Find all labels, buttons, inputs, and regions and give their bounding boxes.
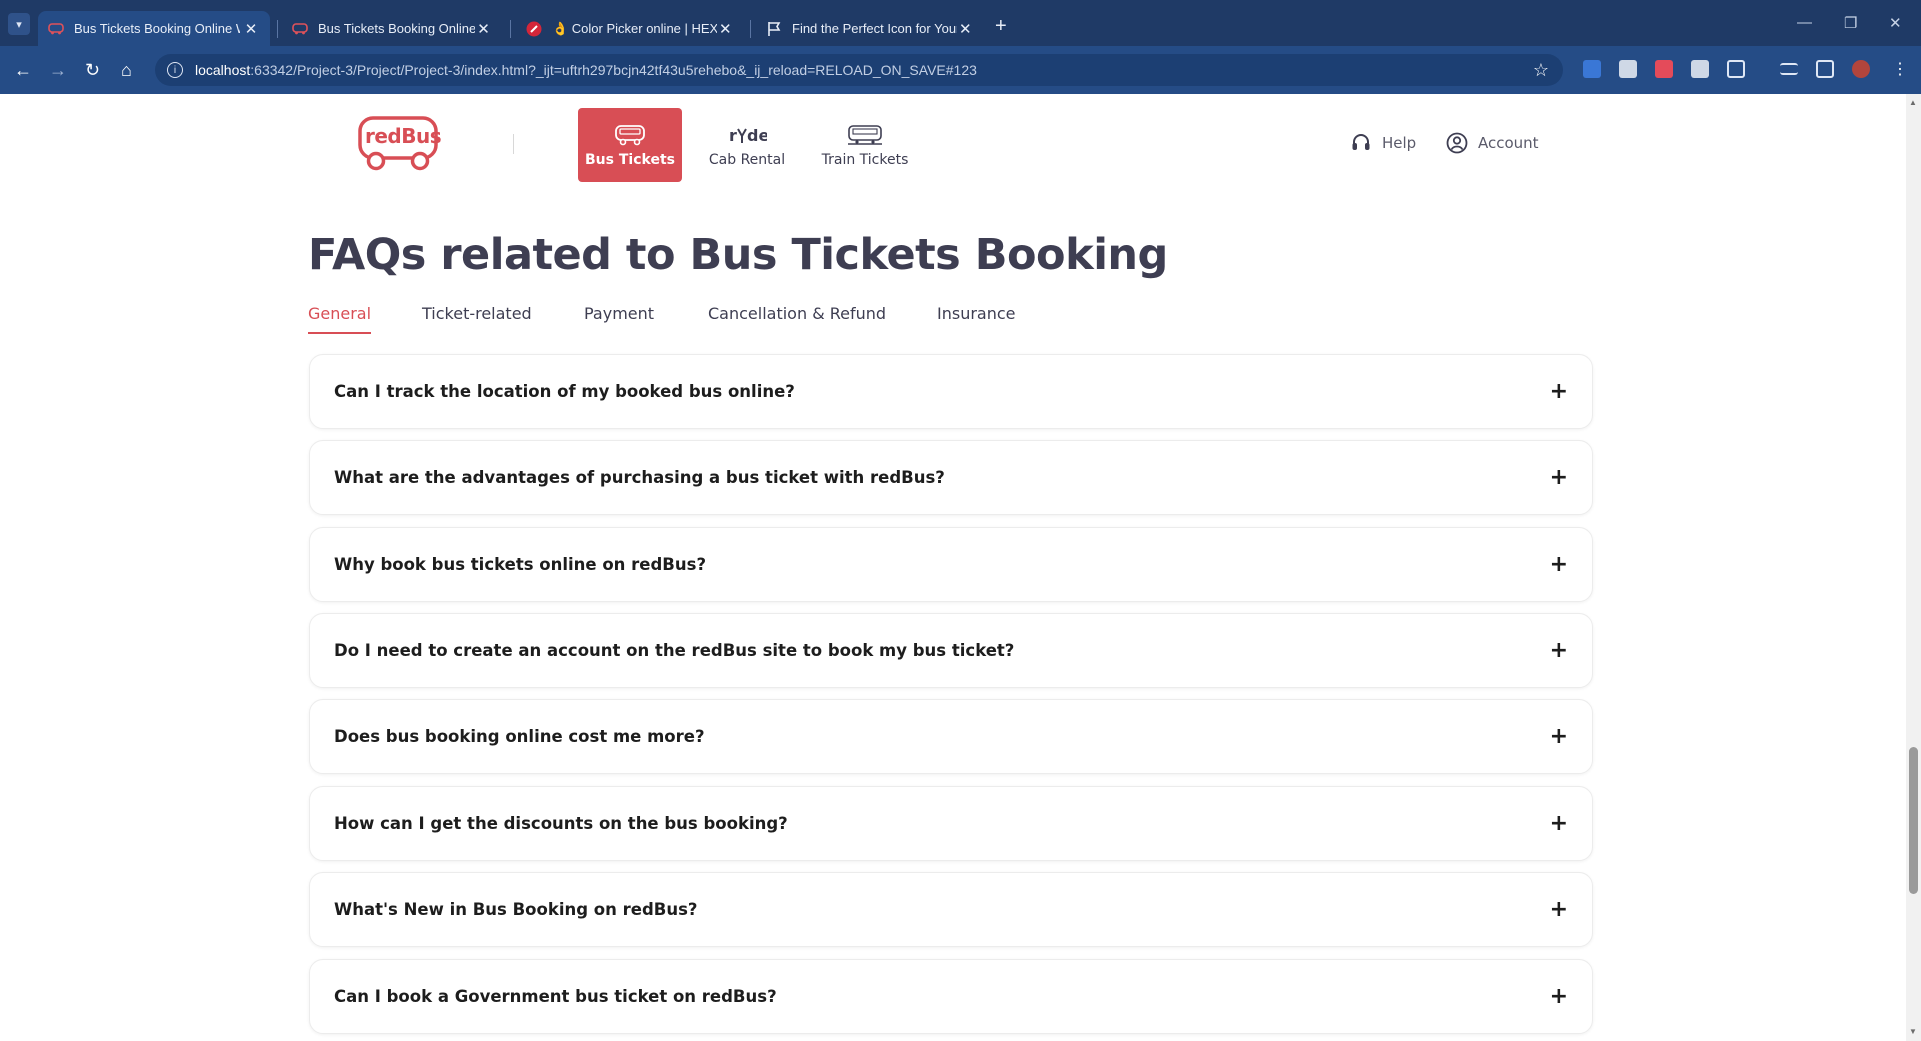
minimize-icon[interactable]: — [1797, 14, 1812, 31]
tab-search-button[interactable]: ▾ [8, 13, 30, 35]
redbus-favicon-icon [48, 21, 64, 37]
plus-icon[interactable]: + [1550, 985, 1568, 1008]
window-close-icon[interactable]: ✕ [1889, 14, 1902, 32]
tab-divider [510, 20, 511, 38]
address-bar[interactable]: i localhost:63342/Project-3/Project/Proj… [155, 54, 1563, 86]
faq-item[interactable]: Can I book a Government bus ticket on re… [309, 959, 1593, 1034]
tab-title: Bus Tickets Booking Online Wit [74, 21, 240, 36]
plus-icon[interactable]: + [1550, 639, 1568, 662]
plus-icon[interactable]: + [1550, 466, 1568, 489]
screen-extension-icon[interactable] [1691, 60, 1709, 78]
browser-toolbar: ← → ↻ ⌂ i localhost:63342/Project-3/Proj… [0, 46, 1921, 94]
headset-icon [1352, 134, 1370, 150]
color-extension-icon[interactable] [1655, 60, 1673, 78]
nav-label: Train Tickets [821, 152, 909, 168]
nav-bus-tickets[interactable]: Bus Tickets [578, 108, 682, 182]
new-tab-button[interactable]: + [995, 15, 1007, 38]
browser-menu-icon[interactable]: ⋮ [1892, 60, 1908, 80]
reading-list-icon[interactable] [1780, 63, 1798, 75]
home-icon[interactable]: ⌂ [121, 60, 132, 80]
faq-question: Does bus booking online cost me more? [334, 727, 705, 746]
scroll-down-icon[interactable]: ▼ [1909, 1027, 1917, 1036]
close-icon[interactable]: ✕ [242, 20, 260, 38]
translate-extension-icon[interactable] [1583, 60, 1601, 78]
account-link[interactable]: Account [1446, 132, 1539, 154]
browser-tab-3[interactable]: 👌 Color Picker online | HEX Co ✕ [516, 11, 744, 46]
redbus-favicon-icon [292, 21, 308, 37]
faq-title: FAQs related to Bus Tickets Booking [308, 230, 1168, 280]
tab-payment[interactable]: Payment [584, 304, 654, 332]
faq-question: What are the advantages of purchasing a … [334, 468, 945, 487]
nav-label: Bus Tickets [585, 152, 675, 168]
tab-general[interactable]: General [308, 304, 372, 334]
faq-item[interactable]: Why book bus tickets online on redBus? + [309, 527, 1593, 602]
page-scrollbar[interactable]: ▲ ▼ [1906, 94, 1921, 1041]
url-text: localhost:63342/Project-3/Project/Projec… [195, 62, 977, 78]
ryde-icon: r de [727, 122, 767, 148]
close-icon[interactable]: ✕ [717, 20, 734, 38]
scrollbar-thumb[interactable] [1909, 747, 1918, 894]
back-icon[interactable]: ← [14, 60, 32, 80]
logo-text: redBus [365, 124, 442, 148]
scroll-up-icon[interactable]: ▲ [1909, 98, 1917, 107]
nav-train-tickets[interactable]: Train Tickets [813, 108, 917, 182]
restore-icon[interactable]: ❐ [1844, 14, 1857, 32]
page-viewport: redBus Bus Tickets r de Cab Rental Train … [0, 94, 1906, 1041]
tab-title: Bus Tickets Booking Online wit [318, 21, 475, 36]
plus-icon[interactable]: + [1550, 553, 1568, 576]
tab-divider [277, 20, 278, 38]
site-header: redBus Bus Tickets r de Cab Rental Train … [0, 94, 1906, 184]
browser-tabstrip: ▾ Bus Tickets Booking Online Wit ✕ Bus T… [0, 0, 1921, 46]
close-icon[interactable]: ✕ [957, 20, 974, 38]
redbus-logo[interactable]: redBus [358, 116, 442, 172]
site-info-icon[interactable]: i [167, 62, 183, 78]
svg-text:r: r [729, 126, 737, 145]
tab-title: Find the Perfect Icon for Your P [792, 21, 957, 36]
account-label: Account [1478, 134, 1539, 152]
bus-icon [614, 122, 646, 148]
print-extension-icon[interactable] [1619, 60, 1637, 78]
plus-icon[interactable]: + [1550, 725, 1568, 748]
faq-question: Can I track the location of my booked bu… [334, 382, 795, 401]
faq-question: Why book bus tickets online on redBus? [334, 555, 707, 574]
help-label: Help [1382, 134, 1417, 152]
faq-question: Can I book a Government bus ticket on re… [334, 987, 777, 1006]
faq-item[interactable]: Can I track the location of my booked bu… [309, 354, 1593, 429]
faq-item[interactable]: What's New in Bus Booking on redBus? + [309, 872, 1593, 947]
bookmark-star-icon[interactable]: ☆ [1533, 60, 1549, 81]
faq-item[interactable]: Does bus booking online cost me more? + [309, 699, 1593, 774]
plus-icon[interactable]: + [1550, 898, 1568, 921]
svg-text:de: de [747, 126, 767, 145]
faq-question: What's New in Bus Booking on redBus? [334, 900, 698, 919]
browser-tab-4[interactable]: Find the Perfect Icon for Your P ✕ [756, 11, 984, 46]
flag-favicon-icon [766, 21, 782, 37]
forward-icon[interactable]: → [49, 60, 67, 80]
nav-label: Cab Rental [708, 152, 786, 168]
extensions-puzzle-icon[interactable] [1727, 60, 1745, 78]
side-panel-icon[interactable] [1816, 60, 1834, 78]
plus-icon[interactable]: + [1550, 812, 1568, 835]
tab-cancellation-refund[interactable]: Cancellation & Refund [708, 304, 886, 332]
tab-divider [750, 20, 751, 38]
browser-tab-1[interactable]: Bus Tickets Booking Online Wit ✕ [38, 11, 270, 46]
faq-question: How can I get the discounts on the bus b… [334, 814, 788, 833]
close-icon[interactable]: ✕ [475, 20, 492, 38]
color-picker-favicon-icon [526, 21, 542, 37]
tab-title: 👌 Color Picker online | HEX Co [552, 20, 717, 36]
account-icon [1446, 132, 1468, 154]
plus-icon[interactable]: + [1550, 380, 1568, 403]
faq-item[interactable]: Do I need to create an account on the re… [309, 613, 1593, 688]
browser-tab-2[interactable]: Bus Tickets Booking Online wit ✕ [282, 11, 502, 46]
faq-item[interactable]: How can I get the discounts on the bus b… [309, 786, 1593, 861]
help-link[interactable]: Help [1350, 132, 1416, 154]
header-divider [513, 134, 514, 154]
faq-item[interactable]: What are the advantages of purchasing a … [309, 440, 1593, 515]
nav-cab-rental[interactable]: r de Cab Rental [695, 108, 799, 182]
tab-ticket-related[interactable]: Ticket-related [422, 304, 532, 332]
reload-icon[interactable]: ↻ [85, 60, 100, 80]
tab-insurance[interactable]: Insurance [937, 304, 1016, 332]
profile-avatar[interactable] [1852, 60, 1870, 78]
train-icon [846, 122, 884, 148]
faq-question: Do I need to create an account on the re… [334, 641, 1015, 660]
